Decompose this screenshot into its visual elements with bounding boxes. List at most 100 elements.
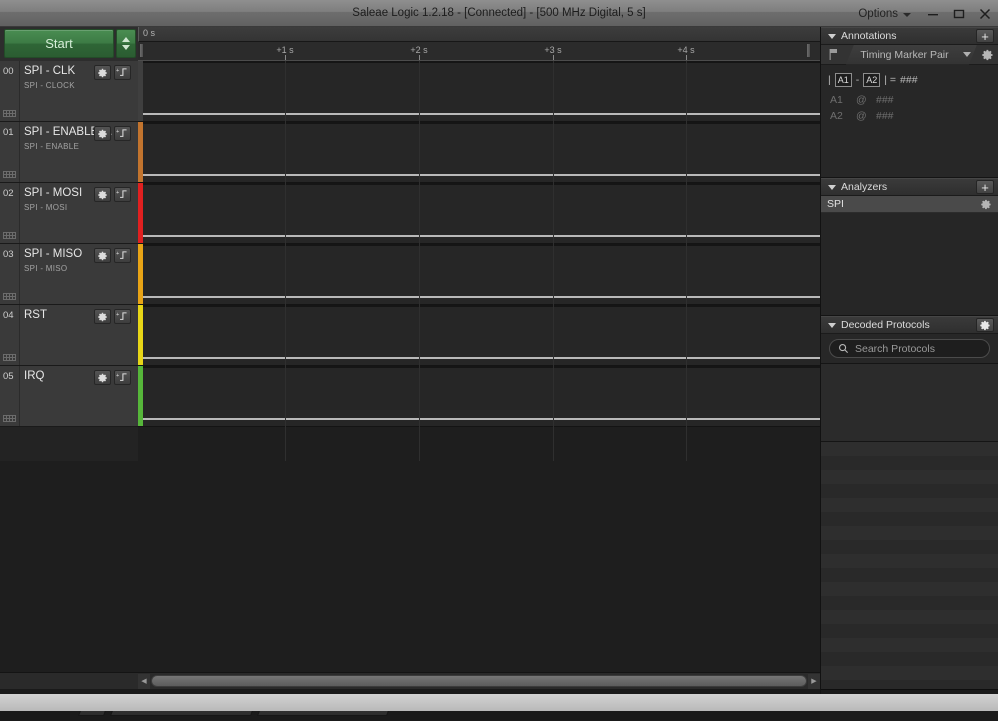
analyzers-list: SPI xyxy=(821,196,998,316)
waveform-row-05[interactable] xyxy=(138,366,820,427)
collapse-caret-icon[interactable] xyxy=(828,33,836,39)
annotations-panel-header[interactable]: Annotations + xyxy=(821,27,998,45)
stepper-down-icon[interactable] xyxy=(122,45,130,50)
stepper-up-icon[interactable] xyxy=(122,37,130,42)
window-bottom-frame xyxy=(0,694,998,711)
trigger-icon: + xyxy=(116,373,127,381)
channel-name: SPI - MOSI xyxy=(24,187,83,199)
decoded-protocols-panel-header[interactable]: Decoded Protocols xyxy=(821,316,998,334)
start-capture-button[interactable]: Start xyxy=(4,29,114,58)
marker-a2-key[interactable]: A2 xyxy=(863,73,881,87)
options-menu-button[interactable]: Options xyxy=(849,0,920,27)
marker-a1-key[interactable]: A1 xyxy=(834,73,852,87)
channel-resize-grip[interactable] xyxy=(3,293,16,300)
add-annotation-button[interactable]: + xyxy=(976,29,994,43)
channel-subtitle: SPI - CLOCK xyxy=(24,81,75,90)
channel-settings-button[interactable] xyxy=(94,65,111,80)
gear-icon xyxy=(97,312,107,321)
waveform-gridline xyxy=(285,61,286,461)
window-controls: Options xyxy=(849,0,998,27)
channel-name: RST xyxy=(24,309,47,321)
channel-number: 00 xyxy=(3,66,14,77)
timeline-tick-label: +2 s xyxy=(410,45,428,55)
channel-trigger-button[interactable]: + xyxy=(114,370,131,385)
collapse-caret-icon[interactable] xyxy=(828,322,836,328)
channel-trigger-button[interactable]: + xyxy=(114,65,131,80)
search-icon xyxy=(839,344,849,354)
gear-icon xyxy=(97,129,107,138)
svg-text:+: + xyxy=(116,312,120,318)
timeline-tick-label: +4 s xyxy=(677,45,695,55)
timeline-left-handle[interactable] xyxy=(139,43,144,58)
waveform-row-02[interactable] xyxy=(138,183,820,244)
annotations-body: | A1 - A2 | = ### A1 @ ### A2 @ ### xyxy=(821,65,998,178)
waveform-gridline xyxy=(553,61,554,461)
channel-resize-grip[interactable] xyxy=(3,232,16,239)
channel-resize-grip[interactable] xyxy=(3,110,16,117)
marker-pin-icon[interactable] xyxy=(825,47,841,63)
waveform-empty-area xyxy=(138,461,820,671)
channel-row-01[interactable]: 01 SPI - ENABLE … SPI - ENABLE + xyxy=(0,122,138,183)
waveform-row-00[interactable] xyxy=(138,61,820,122)
channel-row-05[interactable]: 05 IRQ + xyxy=(0,366,138,427)
channel-number: 03 xyxy=(3,249,14,260)
capture-duration-stepper[interactable] xyxy=(116,29,136,58)
scroll-right-arrow-icon[interactable]: ▶ xyxy=(808,673,820,689)
right-sidebar: Annotations + Timing Marker Pair | A1 - … xyxy=(820,27,998,711)
channel-number: 01 xyxy=(3,127,14,138)
marker-a2-row: A2 @ ### xyxy=(828,110,991,122)
channel-settings-button[interactable] xyxy=(94,187,111,202)
timeline-right-handle[interactable] xyxy=(806,43,811,58)
minimize-button[interactable] xyxy=(920,0,946,27)
channel-row-04[interactable]: 04 RST + xyxy=(0,305,138,366)
channel-settings-button[interactable] xyxy=(94,309,111,324)
timeline-ruler[interactable]: +1 s +2 s +3 s +4 s xyxy=(138,42,820,61)
trigger-icon: + xyxy=(116,68,127,76)
waveform-pane[interactable] xyxy=(138,61,820,461)
decoded-protocols-list[interactable] xyxy=(821,441,998,711)
channel-trigger-button[interactable]: + xyxy=(114,187,131,202)
analyzers-panel-header[interactable]: Analyzers + xyxy=(821,178,998,196)
waveform-row-03[interactable] xyxy=(138,244,820,305)
add-analyzer-button[interactable]: + xyxy=(976,180,994,194)
channel-number: 05 xyxy=(3,371,14,382)
collapse-caret-icon[interactable] xyxy=(828,184,836,190)
channel-trigger-button[interactable]: + xyxy=(114,126,131,141)
channel-list-empty-area xyxy=(0,461,138,671)
annotation-type-dropdown[interactable]: Timing Marker Pair xyxy=(846,45,977,65)
channel-settings-button[interactable] xyxy=(94,248,111,263)
channel-color-bar xyxy=(138,61,143,121)
analyzer-item-spi[interactable]: SPI xyxy=(821,196,998,213)
channel-row-02[interactable]: 02 SPI - MOSI SPI - MOSI + xyxy=(0,183,138,244)
close-button[interactable] xyxy=(972,0,998,27)
channel-list: 00 SPI - CLK SPI - CLOCK +01 SPI - ENABLE … S… xyxy=(0,61,138,461)
maximize-button[interactable] xyxy=(946,0,972,27)
decoded-protocols-settings-button[interactable] xyxy=(976,318,994,332)
search-protocols-input[interactable]: Search Protocols xyxy=(829,339,990,358)
channel-resize-grip[interactable] xyxy=(3,415,16,422)
channel-settings-button[interactable] xyxy=(94,370,111,385)
gear-icon[interactable] xyxy=(982,49,994,61)
channel-resize-grip[interactable] xyxy=(3,354,16,361)
channel-resize-grip[interactable] xyxy=(3,171,16,178)
timeline-origin-bar[interactable]: 0 s xyxy=(138,27,820,42)
waveform-row-04[interactable] xyxy=(138,305,820,366)
gear-icon[interactable] xyxy=(981,199,992,210)
horizontal-scrollbar[interactable]: ◀ ▶ xyxy=(138,672,820,689)
channel-row-00[interactable]: 00 SPI - CLK SPI - CLOCK + xyxy=(0,61,138,122)
channel-buttons: + xyxy=(94,126,131,141)
channel-trigger-button[interactable]: + xyxy=(114,309,131,324)
trigger-icon: + xyxy=(116,312,127,320)
channel-trigger-button[interactable]: + xyxy=(114,248,131,263)
scrollbar-thumb[interactable] xyxy=(151,675,807,687)
scroll-left-arrow-icon[interactable]: ◀ xyxy=(138,673,150,689)
svg-text:+: + xyxy=(116,373,120,379)
window-title: Saleae Logic 1.2.18 - [Connected] - [500… xyxy=(352,7,646,19)
channel-name: SPI - MISO xyxy=(24,248,83,260)
channel-row-03[interactable]: 03 SPI - MISO SPI - MISO + xyxy=(0,244,138,305)
timeline-tick-label: +3 s xyxy=(544,45,562,55)
waveform-row-01[interactable] xyxy=(138,122,820,183)
timeline-origin-label: 0 s xyxy=(143,28,156,38)
chevron-down-icon[interactable] xyxy=(963,52,971,57)
channel-settings-button[interactable] xyxy=(94,126,111,141)
